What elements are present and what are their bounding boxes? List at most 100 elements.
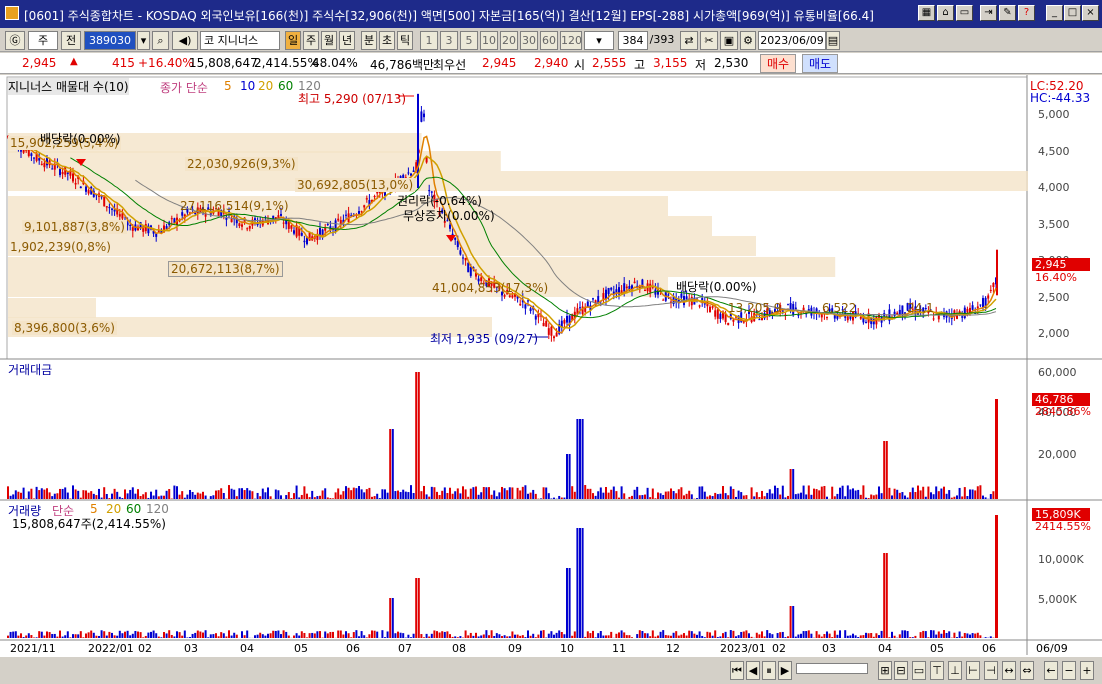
help-icon[interactable]: ?	[1018, 5, 1035, 21]
arrows-icon[interactable]: ⇄	[680, 31, 698, 50]
minimize-icon[interactable]: _	[1046, 5, 1063, 21]
prev-icon[interactable]: ◀	[746, 661, 760, 680]
amount-bar	[709, 495, 711, 499]
link-group-icon[interactable]: Ⓖ	[5, 31, 25, 50]
amount-bar	[511, 487, 514, 499]
amount-bar	[295, 485, 298, 499]
volume-bar	[137, 631, 139, 638]
minute-30[interactable]: 30	[520, 31, 538, 50]
candle-body	[685, 296, 688, 300]
volume-bar	[202, 632, 204, 638]
amount-bar	[753, 496, 756, 499]
speaker-icon[interactable]: ◀)	[172, 31, 198, 50]
period-second[interactable]: 초	[379, 31, 395, 50]
amount-bar	[228, 485, 230, 499]
amount-bar	[274, 489, 277, 499]
volume-bar	[64, 635, 67, 638]
scroll-left-icon[interactable]: ←	[1044, 661, 1058, 680]
search-icon[interactable]: ⌕	[152, 31, 169, 50]
amount-bar	[9, 495, 12, 499]
next-icon[interactable]: ▶	[778, 661, 792, 680]
volume-bar	[828, 633, 831, 638]
tool3-icon[interactable]: ▭	[912, 661, 926, 680]
period-year[interactable]: 년	[339, 31, 355, 50]
minute-5[interactable]: 5	[460, 31, 478, 50]
amount-bar	[48, 492, 51, 499]
amount-bar	[155, 489, 158, 499]
period-tick[interactable]: 틱	[397, 31, 413, 50]
tool4-icon[interactable]: ⊤	[930, 661, 944, 680]
minute-10[interactable]: 10	[480, 31, 498, 50]
volume-bar	[173, 636, 176, 638]
amount-bar	[766, 492, 769, 499]
candle-body	[566, 315, 568, 323]
volume-bar	[371, 630, 373, 638]
sell-button[interactable]: 매도	[802, 54, 839, 73]
layout-icon[interactable]: ▦	[918, 5, 935, 21]
period-day[interactable]: 일	[285, 31, 301, 50]
close-icon[interactable]: ×	[1082, 5, 1099, 21]
chart-area[interactable]: 지니너스 매물대 수(10) 종가 단순 5 10 20 60 120 LC:5…	[0, 75, 1102, 684]
candle-body	[963, 307, 966, 318]
period-week[interactable]: 주	[303, 31, 319, 50]
tool2-icon[interactable]: ⊟	[894, 661, 908, 680]
zoom-in-icon[interactable]: +	[1080, 661, 1094, 680]
amount-bar	[337, 488, 340, 499]
volume-bar	[605, 635, 607, 638]
interval-select[interactable]: ▾	[584, 31, 614, 50]
zoom-out-icon[interactable]: −	[1062, 661, 1076, 680]
candle-body	[703, 303, 706, 305]
first-icon[interactable]: ⏮	[730, 661, 744, 680]
amount-bar	[649, 497, 652, 499]
type-select[interactable]: 전	[61, 31, 81, 50]
minute-1[interactable]: 1	[420, 31, 438, 50]
amount-bar	[199, 493, 202, 499]
tool1-icon[interactable]: ⊞	[878, 661, 892, 680]
scissors-icon[interactable]: ✂	[700, 31, 718, 50]
edit-icon[interactable]: ✎	[999, 5, 1016, 21]
calendar-icon[interactable]: ▤	[826, 31, 840, 50]
stock-code-input[interactable]: 389030	[84, 31, 136, 50]
link-icon[interactable]: ⇥	[980, 5, 997, 21]
window-icon[interactable]: ▭	[956, 5, 973, 21]
chart-svg[interactable]	[0, 75, 1102, 684]
amount-bar	[256, 492, 259, 499]
tool7-icon[interactable]: ⊣	[984, 661, 998, 680]
volume-bar	[755, 632, 758, 638]
minute-120[interactable]: 120	[560, 31, 582, 50]
buy-button[interactable]: 매수	[760, 54, 797, 73]
home-icon[interactable]: ⌂	[937, 5, 954, 21]
volume-bar	[267, 633, 269, 638]
tool5-icon[interactable]: ⊥	[948, 661, 962, 680]
amount-bar	[142, 494, 145, 499]
candle-body	[103, 196, 106, 207]
volume-bar	[589, 633, 592, 638]
amount-bar	[813, 488, 815, 499]
pause-icon[interactable]: ⏸	[762, 661, 776, 680]
minute-3[interactable]: 3	[440, 31, 458, 50]
period-minute[interactable]: 분	[361, 31, 377, 50]
volume-bar	[685, 635, 688, 638]
volume-bar	[482, 634, 485, 638]
save-icon[interactable]: ▣	[720, 31, 738, 50]
tool8-icon[interactable]: ↔	[1002, 661, 1016, 680]
count-input[interactable]: 384	[618, 31, 648, 50]
tool9-icon[interactable]: ⇔	[1020, 661, 1034, 680]
stock-name-field[interactable]: 코 지니너스	[200, 31, 280, 50]
gear-icon[interactable]: ⚙	[740, 31, 756, 50]
tool6-icon[interactable]: ⊢	[966, 661, 980, 680]
volume-bar	[979, 635, 982, 638]
minute-20[interactable]: 20	[500, 31, 518, 50]
amount-bar	[376, 493, 379, 499]
date-input[interactable]: 2023/06/09	[758, 31, 826, 50]
maximize-icon[interactable]: □	[1064, 5, 1081, 21]
volume-bar	[571, 635, 574, 638]
market-select[interactable]: 주	[28, 31, 58, 50]
period-month[interactable]: 월	[321, 31, 337, 50]
volume-bar	[779, 632, 782, 638]
minute-60[interactable]: 60	[540, 31, 558, 50]
profile-band-6	[8, 257, 836, 277]
scroll-slider[interactable]	[796, 663, 868, 674]
code-dropdown-icon[interactable]: ▾	[137, 31, 150, 50]
amount-bar	[558, 495, 561, 499]
